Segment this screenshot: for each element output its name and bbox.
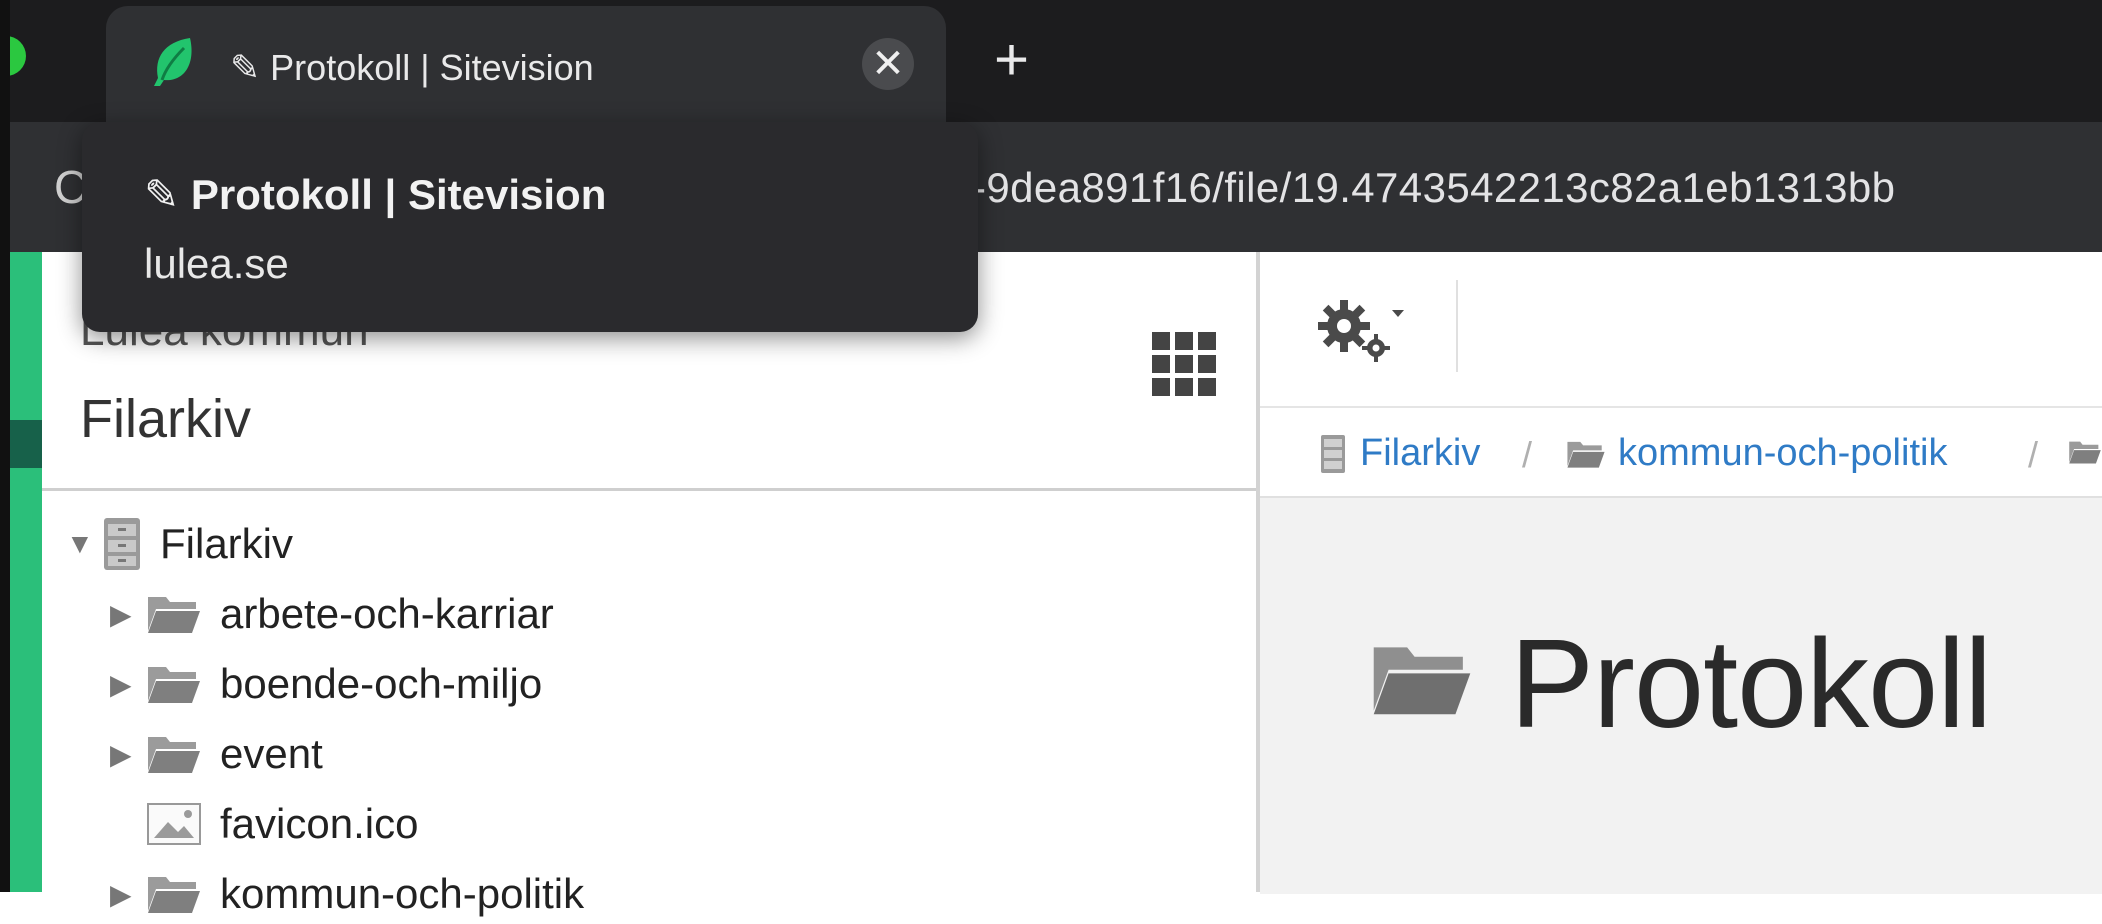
divider	[42, 488, 1256, 491]
file-archive-icon	[104, 518, 140, 570]
folder-icon	[148, 597, 200, 633]
folder-content-area: Protokoll	[1260, 496, 2102, 894]
content-toolbar	[1260, 252, 2102, 406]
caret-down-icon[interactable]: ▼	[66, 528, 102, 560]
breadcrumb-separator: /	[1522, 434, 1533, 475]
tree-item-label: arbete-och-karriar	[220, 590, 554, 637]
tree-item-folder[interactable]: ▶ event	[110, 724, 323, 784]
browser-tab-active[interactable]: ✎ Protokoll | Sitevision ✕	[106, 6, 946, 122]
tree-item-label: kommun-och-politik	[220, 870, 585, 917]
tree-item-folder[interactable]: ▶ kommun-och-politik	[110, 864, 584, 924]
breadcrumb: Filarkiv / kommun-och-politik /	[1260, 406, 2102, 500]
panel-title: Filarkiv	[80, 389, 251, 449]
caret-right-icon[interactable]: ▶	[110, 878, 146, 911]
apps-grid-icon[interactable]	[1152, 332, 1216, 396]
breadcrumb-item-filarkiv[interactable]: Filarkiv	[1320, 432, 1480, 475]
tooltip-domain: lulea.se	[144, 240, 289, 287]
address-bar-url[interactable]: -9dea891f16/file/19.4743542213c82a1eb131…	[972, 162, 1895, 214]
tab-hover-tooltip: ✎ Protokoll | Sitevision lulea.se	[82, 122, 978, 332]
tree-item-label: Filarkiv	[160, 520, 293, 567]
breadcrumb-item-kommun-och-politik[interactable]: kommun-och-politik	[1566, 432, 1947, 475]
window-edge	[0, 0, 10, 892]
toolbar-divider	[1456, 280, 1458, 372]
sitevision-side-strip	[10, 252, 42, 892]
image-file-icon	[147, 803, 201, 845]
breadcrumb-label: kommun-och-politik	[1618, 432, 1948, 474]
new-tab-button[interactable]: +	[994, 30, 1029, 90]
content-panel: Filarkiv / kommun-och-politik / Protokol…	[1260, 252, 2102, 894]
browser-tabstrip: ✎ Protokoll | Sitevision ✕ +	[0, 0, 2102, 122]
tree-item-file[interactable]: favicon.ico	[110, 794, 418, 854]
tab-close-button[interactable]: ✕	[862, 38, 914, 90]
page-title: Protokoll	[1510, 613, 1992, 754]
caret-right-icon[interactable]: ▶	[110, 668, 146, 701]
tree-item-label: boende-och-miljo	[220, 660, 543, 707]
caret-right-icon[interactable]: ▶	[110, 738, 146, 771]
folder-icon	[2069, 441, 2101, 464]
folder-icon	[1567, 441, 1605, 468]
tree-item-filarkiv[interactable]: ▼ Filarkiv	[66, 514, 293, 574]
file-archive-panel: Luleå kommun Filarkiv ▼ Filarkiv ▶	[42, 252, 1256, 917]
tooltip-title: ✎ Protokoll | Sitevision	[144, 171, 607, 218]
caret-right-icon[interactable]: ▶	[110, 598, 146, 631]
file-tree: ▼ Filarkiv ▶ arbete-och-karriar ▶ boende…	[42, 492, 1256, 917]
tree-item-label: event	[220, 730, 323, 777]
tab-title: ✎ Protokoll | Sitevision	[230, 47, 594, 88]
folder-icon	[148, 877, 200, 913]
gear-dropdown-icon[interactable]	[1314, 296, 1406, 364]
folder-icon	[148, 737, 200, 773]
folder-icon	[148, 667, 200, 703]
tree-item-folder[interactable]: ▶ boende-och-miljo	[110, 654, 542, 714]
file-archive-icon	[1321, 434, 1345, 473]
breadcrumb-separator: /	[2028, 434, 2039, 475]
tree-item-label: favicon.ico	[220, 800, 419, 847]
leaf-icon	[154, 38, 192, 86]
breadcrumb-label: Filarkiv	[1360, 432, 1481, 474]
tree-item-folder[interactable]: ▶ arbete-och-karriar	[110, 584, 554, 644]
folder-icon	[1373, 647, 1471, 715]
